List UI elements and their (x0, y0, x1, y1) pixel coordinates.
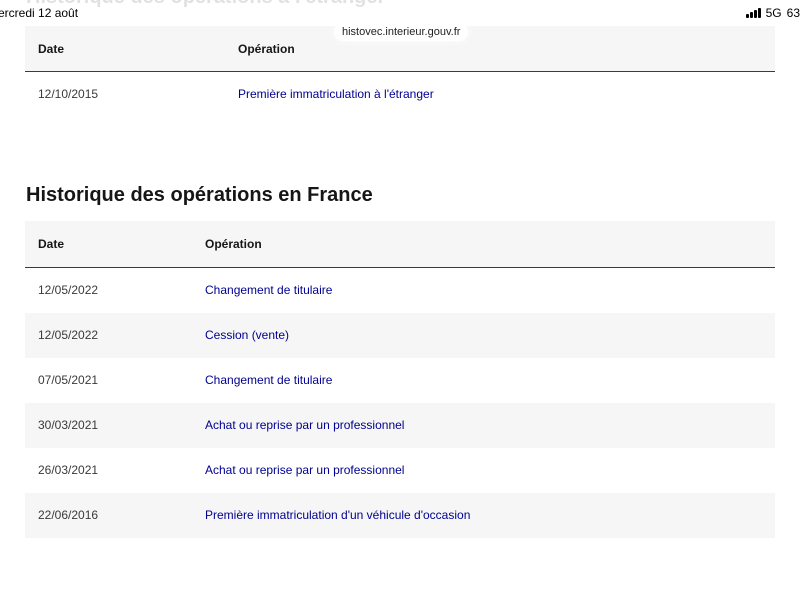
table-row: 22/06/2016 Première immatriculation d'un… (25, 493, 775, 538)
row-operation: Première immatriculation à l'étranger (238, 87, 434, 101)
status-time: ercredi 12 août (0, 6, 79, 20)
status-indicators: 5G 63 (745, 6, 800, 20)
table-row: 26/03/2021 Achat ou reprise par un profe… (25, 448, 775, 493)
row-operation: Changement de titulaire (205, 283, 333, 297)
row-date: 22/06/2016 (38, 508, 99, 522)
row-date: 30/03/2021 (38, 418, 99, 432)
row-operation: Cession (vente) (205, 328, 290, 342)
column-header-operation: Opération (205, 237, 262, 251)
row-date: 07/05/2021 (38, 373, 99, 387)
row-operation: Première immatriculation d'un véhicule d… (205, 508, 471, 522)
row-date: 12/05/2022 (38, 328, 99, 342)
row-date: 26/03/2021 (38, 463, 99, 477)
table-row: 12/05/2022 Cession (vente) (25, 313, 775, 358)
france-table-header: Date Opération (25, 221, 775, 268)
battery-label: 63 (786, 6, 800, 20)
column-header-date: Date (38, 42, 65, 56)
row-operation: Achat ou reprise par un professionnel (205, 418, 405, 432)
row-operation: Changement de titulaire (205, 373, 333, 387)
column-header-date: Date (38, 237, 65, 251)
network-label: 5G (765, 6, 782, 20)
france-section-title: Historique des opérations en France (26, 184, 373, 206)
row-date: 12/05/2022 (38, 283, 99, 297)
url-bar[interactable]: histovec.interieur.gouv.fr (334, 23, 469, 41)
table-row: 07/05/2021 Changement de titulaire (25, 358, 775, 403)
column-header-operation: Opération (238, 42, 295, 56)
table-row: 12/05/2022 Changement de titulaire (25, 268, 775, 313)
row-operation: Achat ou reprise par un professionnel (205, 463, 405, 477)
table-row: 12/10/2015 Première immatriculation à l'… (25, 72, 775, 117)
signal-icon (745, 8, 761, 18)
france-operations-table: Date Opération 12/05/2022 Changement de … (25, 221, 775, 538)
table-row: 30/03/2021 Achat ou reprise par un profe… (25, 403, 775, 448)
row-date: 12/10/2015 (38, 87, 99, 101)
